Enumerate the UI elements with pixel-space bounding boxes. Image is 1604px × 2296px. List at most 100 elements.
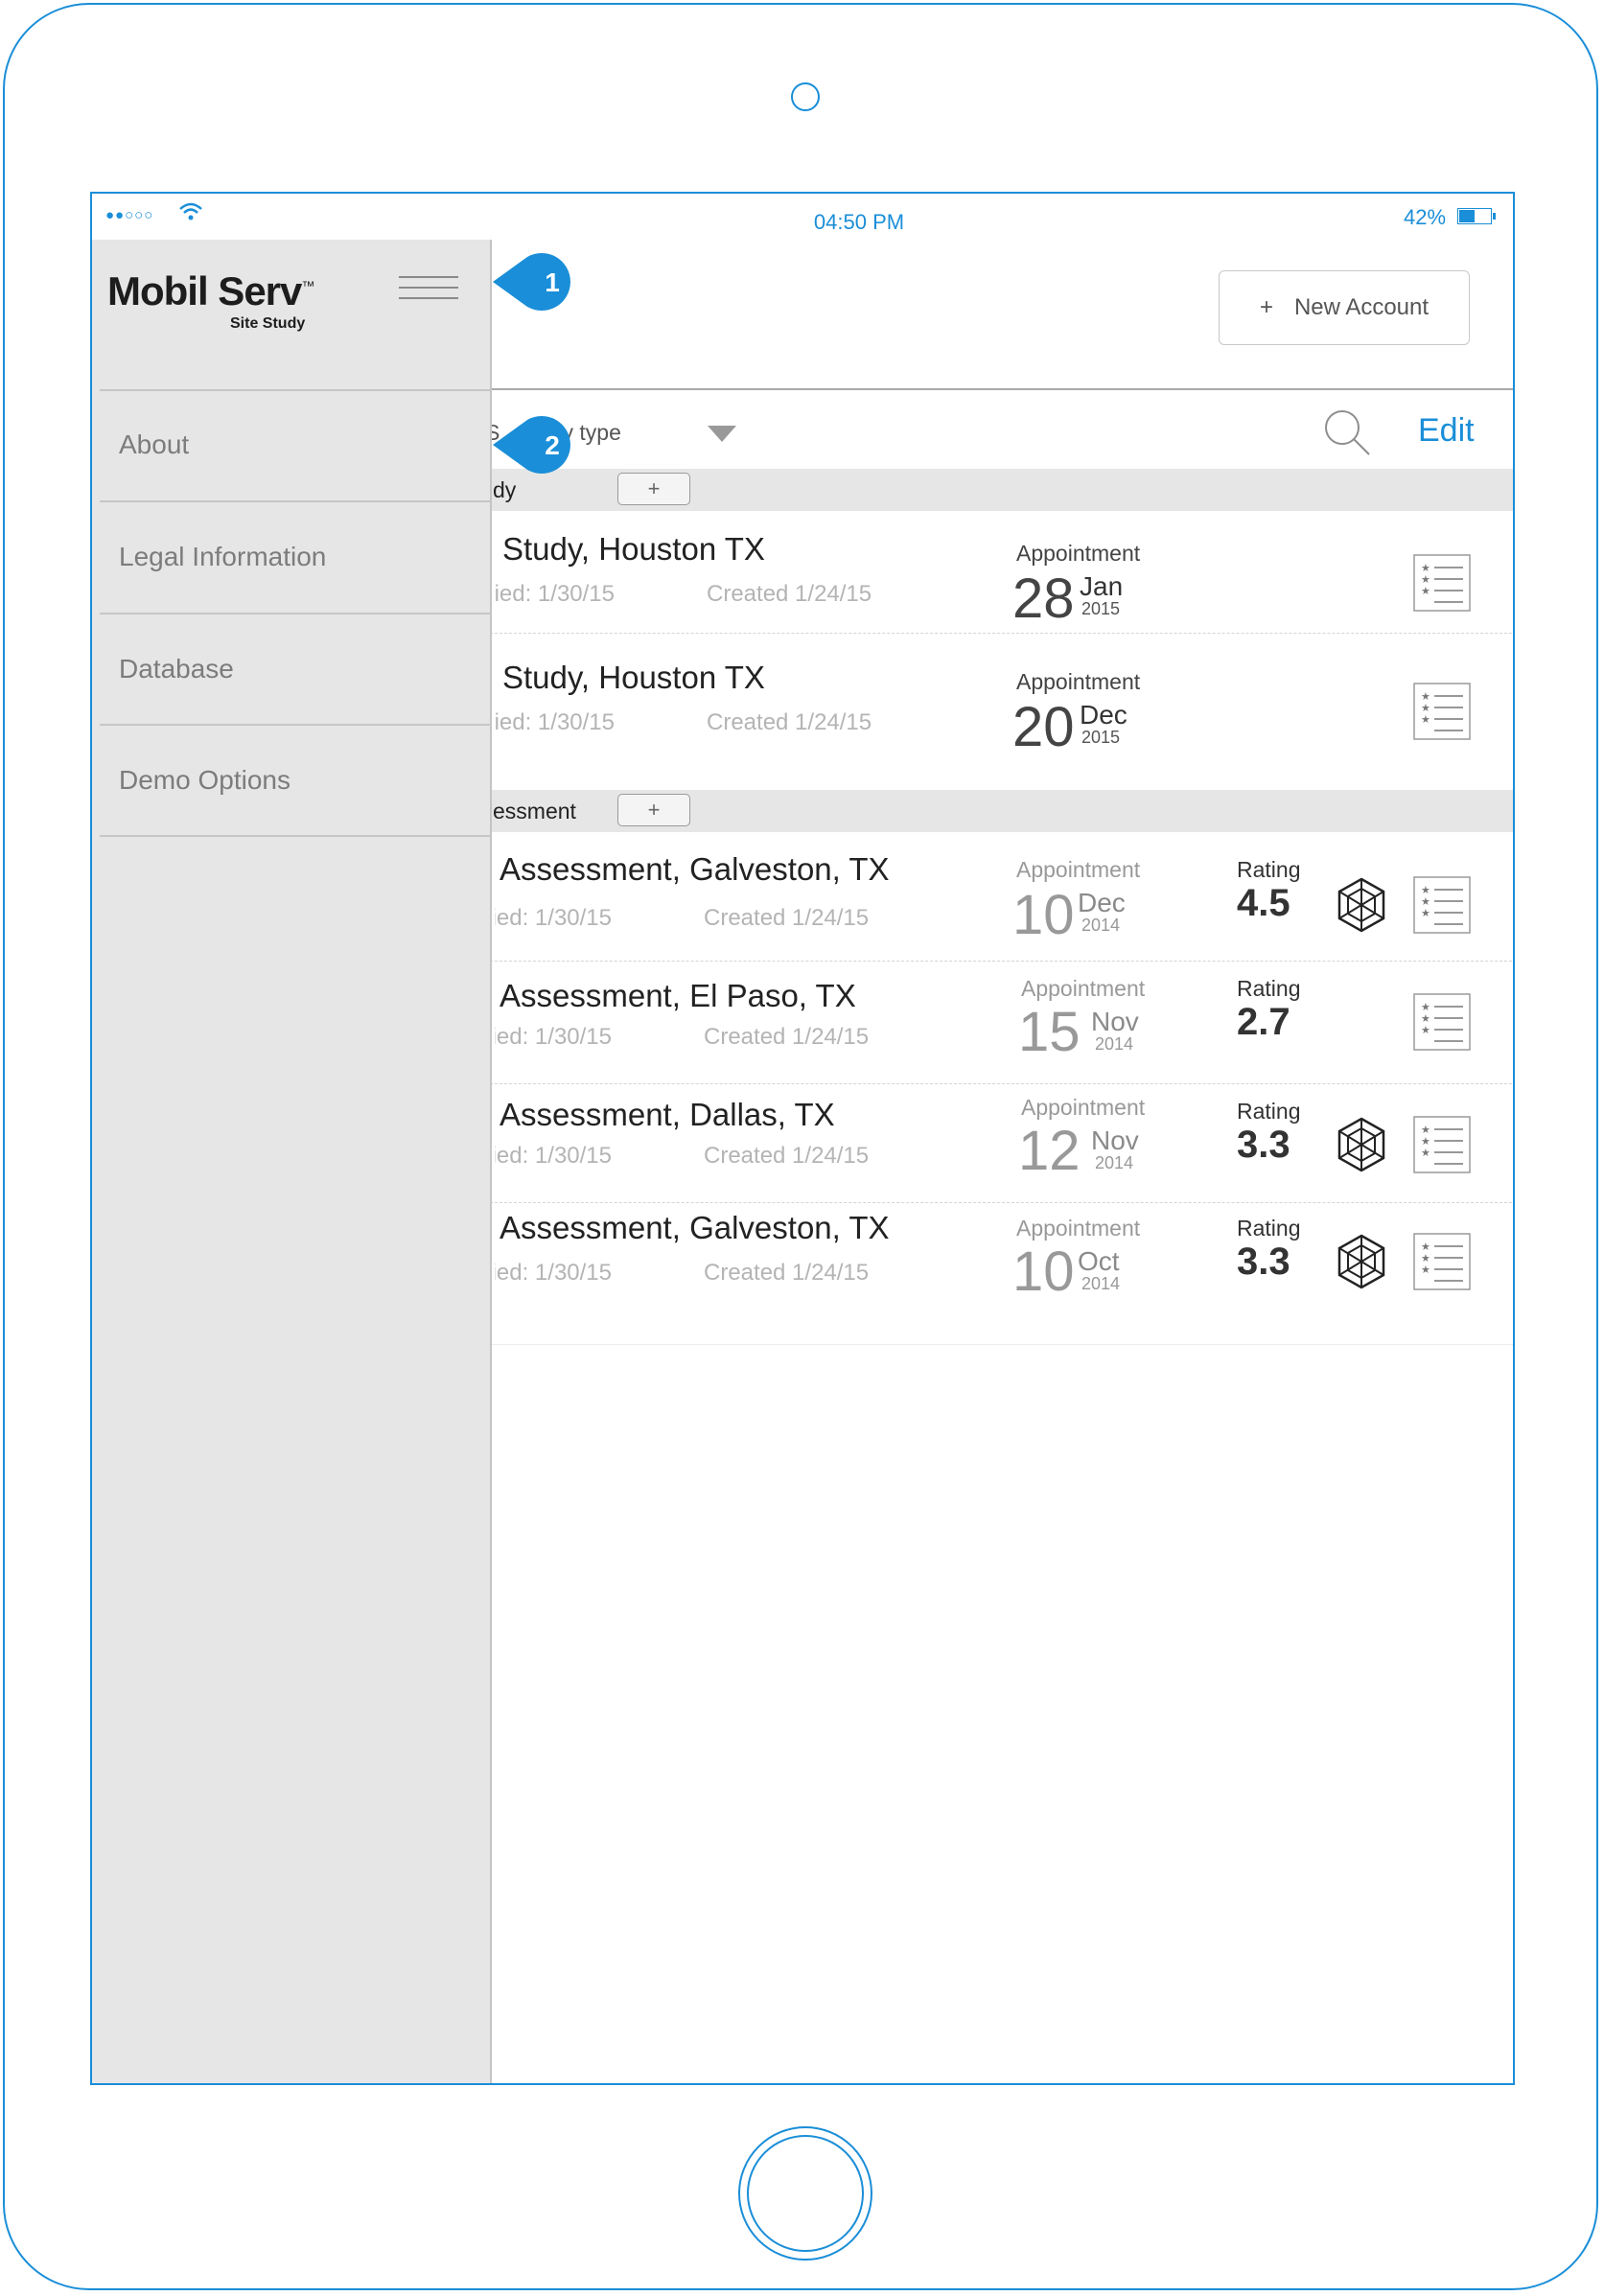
appointment-month: Jan bbox=[1080, 571, 1124, 601]
battery-level-fill bbox=[1459, 210, 1475, 222]
row-divider bbox=[476, 961, 1513, 962]
appointment-label: Appointment bbox=[1021, 976, 1146, 1001]
rating-value: 4.5 bbox=[1237, 882, 1290, 924]
row-title: Study, Houston TX bbox=[502, 531, 765, 567]
row-created: Created 1/24/15 bbox=[707, 709, 872, 735]
rating-value: 3.3 bbox=[1237, 1124, 1290, 1166]
appointment-day: 10 bbox=[1012, 884, 1075, 946]
row-created: Created 1/24/15 bbox=[704, 905, 870, 931]
row-title: Study, Houston TX bbox=[502, 660, 765, 695]
appointment-day: 20 bbox=[1012, 696, 1075, 758]
rating-label: Rating bbox=[1237, 1216, 1301, 1241]
row-modified: Modified: 1/30/15 bbox=[495, 905, 612, 931]
appointment-day: 12 bbox=[1018, 1120, 1081, 1182]
annotation-callout: 1 bbox=[493, 253, 570, 311]
row-modified: Modified: 1/30/15 bbox=[495, 709, 615, 735]
row-modified: Modified: 1/30/15 bbox=[495, 581, 615, 607]
search-icon[interactable] bbox=[1319, 405, 1377, 462]
svg-text:★: ★ bbox=[1421, 585, 1430, 597]
section-add-button[interactable]: + bbox=[617, 473, 690, 505]
status-time: 04:50 PM bbox=[813, 210, 905, 234]
row-modified: Modified: 1/30/15 bbox=[495, 1024, 612, 1050]
checklist-icon[interactable]: ★ ★ ★ bbox=[1413, 1116, 1471, 1173]
appointment-day: 10 bbox=[1012, 1241, 1075, 1303]
appointment-label: Appointment bbox=[1016, 541, 1141, 566]
rating-label: Rating bbox=[1237, 976, 1301, 1001]
appointment-label: Appointment bbox=[1021, 1095, 1146, 1120]
row-modified: Modified: 1/30/15 bbox=[495, 1143, 612, 1169]
row-created: Created 1/24/15 bbox=[704, 1024, 870, 1050]
svg-text:★: ★ bbox=[1421, 1264, 1430, 1276]
app-logo: Mobil Serv™ bbox=[107, 268, 314, 314]
camera-icon bbox=[791, 82, 820, 111]
drawer-item-legal-information[interactable]: Legal Information bbox=[100, 502, 492, 612]
annotation-number: 1 bbox=[545, 267, 560, 297]
side-drawer: Mobil Serv™ Site Study About Legal Infor… bbox=[92, 240, 492, 2083]
appointment-year: 2014 bbox=[1095, 1034, 1134, 1054]
row-title: Assessment, Galveston, TX bbox=[500, 1210, 890, 1245]
row-divider bbox=[476, 633, 1513, 634]
appointment-year: 2015 bbox=[1081, 599, 1121, 618]
battery-icon bbox=[1457, 208, 1492, 224]
row-divider bbox=[476, 1202, 1513, 1203]
web-chart-icon[interactable] bbox=[1333, 1233, 1390, 1290]
web-chart-icon[interactable] bbox=[1333, 876, 1390, 934]
drawer-item-about[interactable]: About bbox=[100, 391, 492, 499]
appointment-year: 2015 bbox=[1081, 728, 1121, 747]
row-modified: Modified: 1/30/15 bbox=[495, 1260, 612, 1286]
sort-triangle-icon[interactable] bbox=[708, 426, 736, 442]
svg-text:★: ★ bbox=[1421, 907, 1430, 919]
row-title: Assessment, El Paso, TX bbox=[500, 978, 856, 1013]
appointment-month: Nov bbox=[1091, 1125, 1139, 1155]
appointment-month: Dec bbox=[1080, 700, 1127, 730]
row-created: Created 1/24/15 bbox=[704, 1260, 870, 1286]
new-account-label: New Account bbox=[1293, 294, 1430, 320]
appointment-month: Nov bbox=[1091, 1007, 1139, 1036]
svg-text:★: ★ bbox=[1421, 1147, 1430, 1159]
rating-label: Rating bbox=[1237, 1099, 1301, 1124]
svg-text:★: ★ bbox=[1421, 713, 1430, 726]
appointment-year: 2014 bbox=[1081, 916, 1121, 935]
row-created: Created 1/24/15 bbox=[707, 581, 872, 607]
drawer-item-database[interactable]: Database bbox=[100, 615, 492, 724]
appointment-label: Appointment bbox=[1016, 857, 1141, 882]
checklist-icon[interactable]: ★ ★ ★ bbox=[1413, 554, 1471, 612]
hamburger-menu-icon[interactable] bbox=[399, 276, 458, 301]
checklist-icon[interactable]: ★ ★ ★ bbox=[1413, 993, 1471, 1051]
checklist-icon[interactable]: ★ ★ ★ bbox=[1413, 876, 1471, 934]
checklist-icon[interactable]: ★ ★ ★ bbox=[1413, 1233, 1471, 1290]
new-account-button[interactable]: + New Account bbox=[1219, 270, 1470, 345]
appointment-month: Oct bbox=[1078, 1246, 1120, 1276]
annotation-number: 2 bbox=[545, 430, 560, 460]
appointment-month: Dec bbox=[1078, 888, 1126, 917]
drawer-divider bbox=[100, 835, 492, 837]
row-title: Assessment, Galveston, TX bbox=[500, 851, 890, 887]
rating-value: 3.3 bbox=[1237, 1241, 1290, 1283]
web-chart-icon[interactable] bbox=[1333, 1116, 1390, 1173]
home-button-inner-ring bbox=[747, 2135, 864, 2252]
section-title: dy bbox=[493, 477, 517, 502]
appointment-year: 2014 bbox=[1095, 1153, 1134, 1172]
appointment-day: 28 bbox=[1012, 568, 1075, 630]
trademark-mark: ™ bbox=[301, 278, 314, 293]
rating-label: Rating bbox=[1237, 857, 1301, 882]
section-title: essment bbox=[493, 799, 576, 823]
checklist-icon[interactable]: ★ ★ ★ bbox=[1413, 683, 1471, 740]
row-divider bbox=[476, 1344, 1513, 1345]
battery-tip bbox=[1493, 213, 1496, 220]
row-created: Created 1/24/15 bbox=[704, 1143, 870, 1169]
plus-icon: + bbox=[1259, 294, 1273, 320]
appointment-year: 2014 bbox=[1081, 1274, 1121, 1293]
appointment-label: Appointment bbox=[1016, 1216, 1141, 1241]
row-divider bbox=[476, 1083, 1513, 1084]
appointment-day: 15 bbox=[1018, 1001, 1081, 1063]
drawer-item-demo-options[interactable]: Demo Options bbox=[100, 726, 492, 835]
signal-strength-icon: ●●○○○ bbox=[105, 207, 154, 223]
annotation-callout: 2 bbox=[493, 416, 570, 474]
screen: ●●○○○ 04:50 PM 42% + New Account S rt: b… bbox=[90, 192, 1515, 2085]
section-add-button[interactable]: + bbox=[617, 794, 690, 826]
wifi-icon bbox=[179, 202, 202, 220]
row-title: Assessment, Dallas, TX bbox=[500, 1097, 835, 1132]
app-logo-text: Mobil Serv bbox=[107, 268, 302, 313]
edit-button[interactable]: Edit bbox=[1418, 412, 1475, 450]
